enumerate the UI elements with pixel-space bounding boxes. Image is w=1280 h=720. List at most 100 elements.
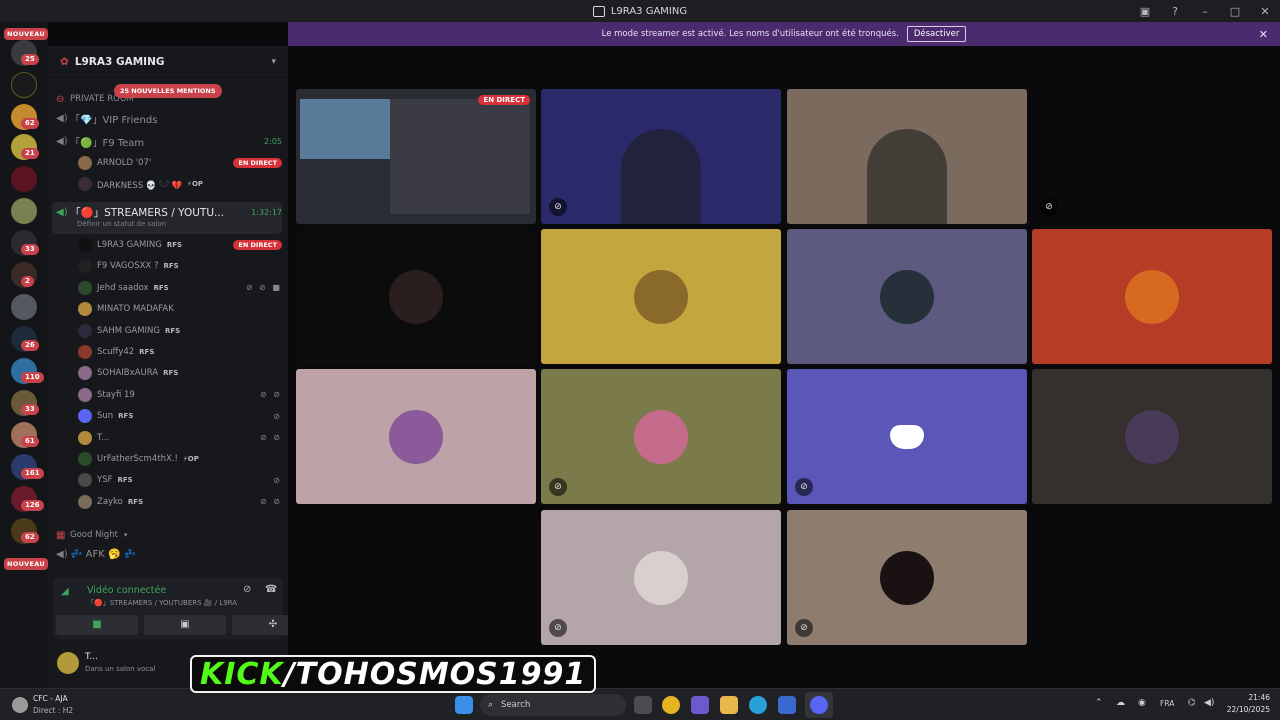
discord-logo-icon — [890, 424, 924, 449]
voice-user[interactable]: F9 VAGOSXX ? RFS — [78, 257, 282, 275]
participant-tile[interactable] — [296, 369, 536, 504]
voice-user[interactable]: ARNOLD '07' EN DIRECT — [78, 154, 282, 172]
voice-user[interactable]: Sun RFS ⊘ — [78, 407, 282, 425]
participant-tile[interactable] — [1032, 369, 1272, 504]
window-title-text: L9RA3 GAMING — [610, 5, 688, 17]
edge-icon[interactable] — [749, 696, 767, 714]
search-box[interactable]: ⌕ Search — [480, 694, 626, 716]
clock-time[interactable]: 21:46 — [1226, 693, 1270, 702]
noise-suppression-icon[interactable]: ⊘ — [243, 584, 251, 595]
task-view-icon[interactable] — [634, 696, 652, 714]
user-status: Dans un salon vocal — [85, 665, 156, 673]
avatar — [634, 550, 688, 605]
user-name: T... — [97, 432, 110, 443]
participant-tile[interactable]: ⊘ — [541, 510, 781, 645]
voice-user[interactable]: SAHM GAMING RFS — [78, 322, 282, 340]
avatar[interactable] — [57, 652, 79, 674]
screen-share-button[interactable]: ▣ — [144, 615, 226, 635]
screen-share-tile[interactable]: EN DIRECT — [296, 89, 536, 224]
channel-streamers[interactable]: ◀) 「🔴」STREAMERS / YOUTU... 1:32:17 — [56, 203, 282, 221]
camera-tile[interactable]: ⊘ — [541, 89, 781, 224]
voice-channel[interactable]: 「🔴」STREAMERS / YOUTUBERS 🎥 / L9RA3 G... — [87, 598, 237, 608]
channel-vip-friends[interactable]: ◀) 「💎」VIP Friends — [56, 109, 282, 127]
minimize-icon[interactable]: – — [1198, 5, 1212, 18]
voice-user[interactable]: Jehd saadox RFS ⊘ ⊘ ■ — [78, 279, 282, 297]
channel-afk[interactable]: ◀) 💤 AFK 🥱 💤 — [56, 545, 282, 563]
cloud-icon[interactable]: ☁ — [1116, 698, 1125, 708]
avatar — [634, 269, 688, 324]
channel-status-hint[interactable]: Définir un statut de salon — [77, 220, 166, 228]
server-icon[interactable] — [11, 198, 37, 224]
muted-icon: ⊘ — [273, 411, 282, 421]
participant-tile[interactable]: ⊘ — [541, 369, 781, 504]
chevron-down-icon[interactable]: ▾ — [271, 57, 276, 67]
category-icon: ▦ — [56, 529, 66, 541]
participant-tile[interactable] — [296, 229, 536, 364]
server-icon-ego[interactable] — [11, 72, 37, 98]
chevron-up-icon[interactable]: ⌃ — [1095, 698, 1103, 708]
voice-user[interactable]: Scuffy42 RFS — [78, 343, 282, 361]
voice-connection-panel: ◢ Vidéo connectée 「🔴」STREAMERS / YOUTUBE… — [53, 577, 314, 639]
teams-icon[interactable] — [691, 696, 709, 714]
discord-window: L9RA3 GAMING ▣ ? – □ ✕ NOUVEAU 25 62 21 … — [0, 0, 1280, 720]
voice-user[interactable]: L9RA3 GAMING RFS EN DIRECT — [78, 236, 282, 254]
muted-icon: ⊘ — [549, 478, 567, 496]
voice-user[interactable]: YSF RFS ⊘ — [78, 471, 282, 489]
server-icon[interactable] — [11, 294, 37, 320]
user-name: Sun — [97, 411, 114, 422]
voice-user[interactable]: DARKNESS 💀 𓆩𓆪 💔 ⚡OP — [78, 175, 282, 193]
channel-good-night[interactable]: ▦ Good Night ▾ — [56, 526, 282, 544]
participant-tile[interactable]: ⊘ — [787, 510, 1027, 645]
help-icon[interactable]: ? — [1168, 5, 1182, 18]
participant-tile[interactable] — [1032, 229, 1272, 364]
inbox-icon[interactable]: ▣ — [1138, 5, 1152, 18]
participant-tile[interactable] — [787, 229, 1027, 364]
voice-user[interactable]: T... ⊘ ⊘ — [78, 429, 282, 447]
disable-streamer-mode-button[interactable]: Désactiver — [906, 26, 967, 42]
discord-taskbar-button[interactable] — [805, 692, 833, 718]
taskbar: CFC - AJA Direct : H2 ⌕ Search ⌃ ☁ ◉ FRA… — [0, 688, 1280, 720]
weather-title[interactable]: CFC - AJA — [33, 694, 68, 703]
server-header[interactable]: ✿ L9RA3 GAMING ▾ — [48, 46, 288, 78]
user-tag: RFS — [153, 283, 169, 292]
voice-user[interactable]: Stayfi 19 ⊘ ⊘ — [78, 386, 282, 404]
volume-icon[interactable]: ◀) — [1204, 698, 1214, 708]
voice-status[interactable]: Vidéo connectée — [87, 585, 166, 596]
participant-tile[interactable]: ⊘ — [1032, 89, 1272, 224]
language-indicator[interactable]: FRA — [1160, 699, 1174, 708]
participant-tile[interactable] — [541, 229, 781, 364]
user-tag: RFS — [163, 262, 179, 271]
disconnect-icon[interactable]: ☎ — [265, 584, 277, 595]
user-tag: RFS — [127, 497, 144, 506]
participant-tile[interactable]: ⊘ — [787, 369, 1027, 504]
close-icon[interactable]: ✕ — [1259, 28, 1268, 41]
voice-user[interactable]: SOHAIBxAURA RFS — [78, 364, 282, 382]
user-tag: RFS — [164, 326, 181, 335]
server-icon[interactable] — [11, 166, 37, 192]
voice-user[interactable]: Zayko RFS ⊘ ⊘ — [78, 493, 282, 511]
mentions-badge[interactable]: 25 NOUVELLES MENTIONS — [114, 84, 222, 98]
stream-preview — [300, 99, 400, 159]
clock-date[interactable]: 22/10/2025 — [1216, 705, 1270, 714]
start-icon[interactable] — [455, 696, 473, 714]
streamer-mode-banner: Le mode streamer est activé. Les noms d'… — [288, 22, 1280, 46]
avatar — [78, 430, 92, 445]
camera-tile[interactable] — [787, 89, 1027, 224]
camera-button[interactable]: ■ — [56, 615, 138, 635]
channel-f9-team[interactable]: ◀) 「🟢」F9 Team 2:05 — [56, 132, 282, 150]
server-name: L9RA3 GAMING — [74, 55, 165, 68]
voice-user[interactable]: MINATO MADAFAK — [78, 300, 282, 318]
store-icon[interactable] — [778, 696, 796, 714]
voice-user[interactable]: UrFatherScm4thX.! ⚡OP — [78, 450, 282, 468]
network-icon[interactable]: ⌬ — [1188, 698, 1196, 708]
chrome-icon[interactable] — [662, 696, 680, 714]
weather-icon[interactable] — [12, 697, 28, 713]
avatar — [78, 177, 92, 191]
maximize-icon[interactable]: □ — [1228, 5, 1242, 18]
close-icon[interactable]: ✕ — [1258, 5, 1272, 18]
mic-icon[interactable]: ◉ — [1138, 698, 1146, 708]
user-name: T... — [85, 652, 99, 662]
muted-icon: ⊘ ⊘ — [260, 433, 282, 443]
file-explorer-icon[interactable] — [720, 696, 738, 714]
new-badge-bottom: NOUVEAU — [4, 558, 48, 570]
